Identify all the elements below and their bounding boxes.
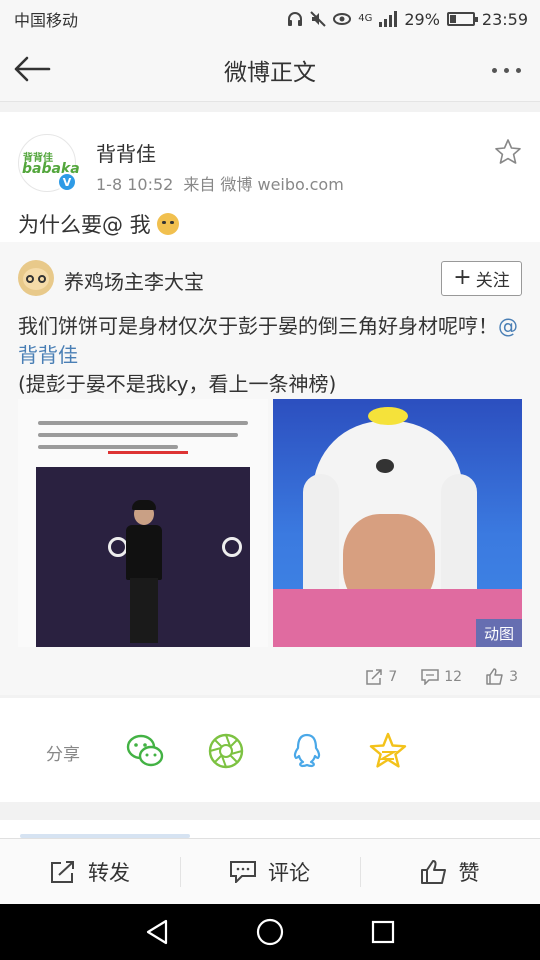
retweet-author-name[interactable]: 养鸡场主李大宝 [64, 266, 204, 295]
system-recents-button[interactable] [363, 912, 403, 952]
gif-badge: 动图 [476, 619, 522, 647]
status-icons: 4G 29% 23:59 [287, 10, 528, 29]
share-label: 分享 [46, 745, 80, 765]
post-date: 1-8 10:52 [96, 175, 174, 194]
retweeted-post[interactable]: 养鸡场主李大宝 + 关注 我们饼饼可是身材仅次于彭于晏的倒三角好身材呢哼！@背背… [0, 242, 540, 695]
repost-icon [366, 668, 383, 685]
mute-icon [310, 11, 326, 27]
network-type: 4G [358, 13, 373, 24]
eye-icon [333, 13, 352, 25]
like-button[interactable]: 赞 [360, 839, 540, 904]
comment-icon [230, 860, 256, 883]
favorite-star-icon[interactable] [494, 138, 522, 166]
next-section-hint [0, 820, 540, 838]
square-recents-icon [372, 920, 395, 944]
system-nav-bar [0, 904, 540, 960]
thumbs-up-icon [420, 859, 446, 884]
retweet-like-stat[interactable]: 3 [486, 668, 518, 685]
retweet-text: 我们饼饼可是身材仅次于彭于晏的倒三角好身材呢哼！@背背佳 (提彭于晏不是我ky，… [18, 312, 528, 399]
qzone-icon[interactable] [368, 731, 408, 771]
post-body: 为什么要@ 我 [18, 213, 151, 237]
repost-count: 7 [388, 668, 398, 685]
verified-badge-icon: V [57, 172, 77, 192]
like-label: 赞 [458, 860, 480, 885]
triangle-back-icon [146, 919, 167, 945]
qq-icon[interactable] [287, 731, 327, 771]
more-button[interactable] [486, 56, 526, 84]
share-panel: 分享 [0, 698, 540, 802]
clock: 23:59 [481, 9, 528, 29]
battery-percent: 29% [404, 9, 440, 29]
author-name[interactable]: 背背佳 [96, 138, 156, 167]
retweet-author-avatar[interactable] [18, 260, 54, 296]
comment-icon [421, 668, 439, 685]
wechat-icon[interactable] [125, 731, 165, 771]
carrier-label: 中国移动 [14, 11, 79, 30]
headphone-icon [288, 12, 303, 26]
retweet-stats: 7 12 3 [365, 668, 518, 685]
more-dots-icon [491, 67, 497, 73]
retweet-comment-stat[interactable]: 12 [421, 668, 462, 685]
retweet-body: 我们饼饼可是身材仅次于彭于晏的倒三角好身材呢哼！ [18, 314, 498, 338]
comment-label: 评论 [268, 860, 310, 885]
author-avatar[interactable]: 背背佳 babaka V [18, 134, 80, 192]
circle-home-icon [256, 918, 284, 946]
retweet-image-2[interactable]: 动图 [273, 399, 522, 647]
post-meta: 1-8 10:52 来自 微博 weibo.com [96, 171, 354, 195]
signal-icon [379, 11, 398, 27]
system-home-button[interactable] [250, 912, 290, 952]
moments-icon[interactable] [206, 731, 246, 771]
plus-icon: + [453, 264, 472, 290]
post-source: 来自 微博 weibo.com [183, 175, 344, 194]
page-title: 微博正文 [224, 59, 316, 86]
follow-label: 关注 [475, 271, 510, 291]
arrow-left-icon [14, 56, 51, 82]
top-nav: 微博正文 [0, 38, 540, 102]
thumbs-up-icon [486, 668, 503, 685]
weibo-post: 背背佳 babaka V 背背佳 1-8 10:52 来自 微博 weibo.co… [0, 112, 540, 695]
retweet-image-1[interactable] [18, 399, 268, 647]
comment-count: 12 [444, 668, 463, 685]
dog-face-emoji-icon [156, 213, 179, 235]
retweet-repost-stat[interactable]: 7 [365, 668, 397, 685]
comment-button[interactable]: 评论 [180, 839, 360, 904]
like-count: 3 [509, 668, 518, 685]
post-text: 为什么要@ 我 [18, 209, 179, 239]
system-back-button[interactable] [137, 912, 177, 952]
status-bar: 中国移动 4G 29% 23:59 [0, 0, 540, 38]
repost-label: 转发 [88, 860, 130, 885]
retweet-body-line3: (提彭于晏不是我ky，看上一条神榜) [18, 372, 337, 396]
back-button[interactable] [12, 52, 52, 86]
repost-button[interactable]: 转发 [0, 839, 180, 904]
battery-icon [446, 12, 478, 26]
repost-icon [51, 860, 74, 883]
post-action-bar: 转发 评论 赞 [0, 838, 540, 904]
follow-button[interactable]: + 关注 [441, 261, 522, 296]
